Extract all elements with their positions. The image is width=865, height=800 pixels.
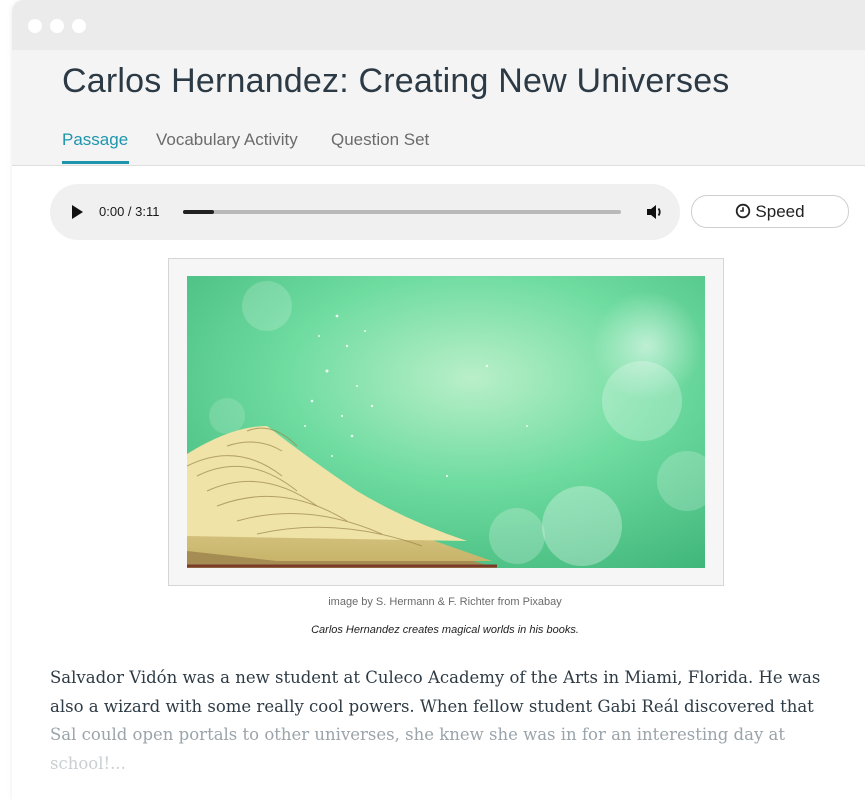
play-icon[interactable] bbox=[72, 205, 83, 219]
passage-figure bbox=[168, 258, 724, 586]
passage-line: school!... bbox=[50, 753, 126, 773]
open-book-image bbox=[187, 276, 705, 568]
window-titlebar bbox=[12, 0, 865, 50]
audio-player: 0:00 / 3:11 bbox=[50, 184, 680, 240]
tab-passage[interactable]: Passage bbox=[62, 130, 128, 150]
audio-time: 0:00 / 3:11 bbox=[99, 204, 160, 219]
active-tab-indicator bbox=[62, 161, 129, 164]
clock-icon bbox=[736, 203, 751, 219]
passage-line: Sal could open portals to other universe… bbox=[50, 725, 785, 744]
speed-button-label: Speed bbox=[755, 202, 805, 221]
page-header: Carlos Hernandez: Creating New Universes… bbox=[12, 50, 865, 166]
window-maximize-dot[interactable] bbox=[72, 19, 86, 33]
tab-vocabulary-activity[interactable]: Vocabulary Activity bbox=[156, 130, 298, 150]
image-caption: Carlos Hernandez creates magical worlds … bbox=[311, 624, 579, 636]
passage-line: also a wizard with some really cool powe… bbox=[50, 696, 814, 716]
window-minimize-dot[interactable] bbox=[50, 19, 64, 33]
page-title: Carlos Hernandez: Creating New Universes bbox=[62, 62, 730, 100]
window-close-dot[interactable] bbox=[28, 19, 42, 33]
volume-icon[interactable] bbox=[645, 202, 665, 222]
audio-progress-fill bbox=[183, 210, 214, 214]
tab-question-set[interactable]: Question Set bbox=[331, 130, 429, 150]
passage-text: Salvador Vidón was a new student at Cule… bbox=[50, 664, 850, 778]
image-credit: image by S. Hermann & F. Richter from Pi… bbox=[328, 596, 562, 608]
audio-progress-bar[interactable] bbox=[183, 210, 621, 214]
passage-line: Salvador Vidón was a new student at Cule… bbox=[50, 668, 821, 687]
speed-button[interactable]: Speed bbox=[691, 195, 849, 228]
